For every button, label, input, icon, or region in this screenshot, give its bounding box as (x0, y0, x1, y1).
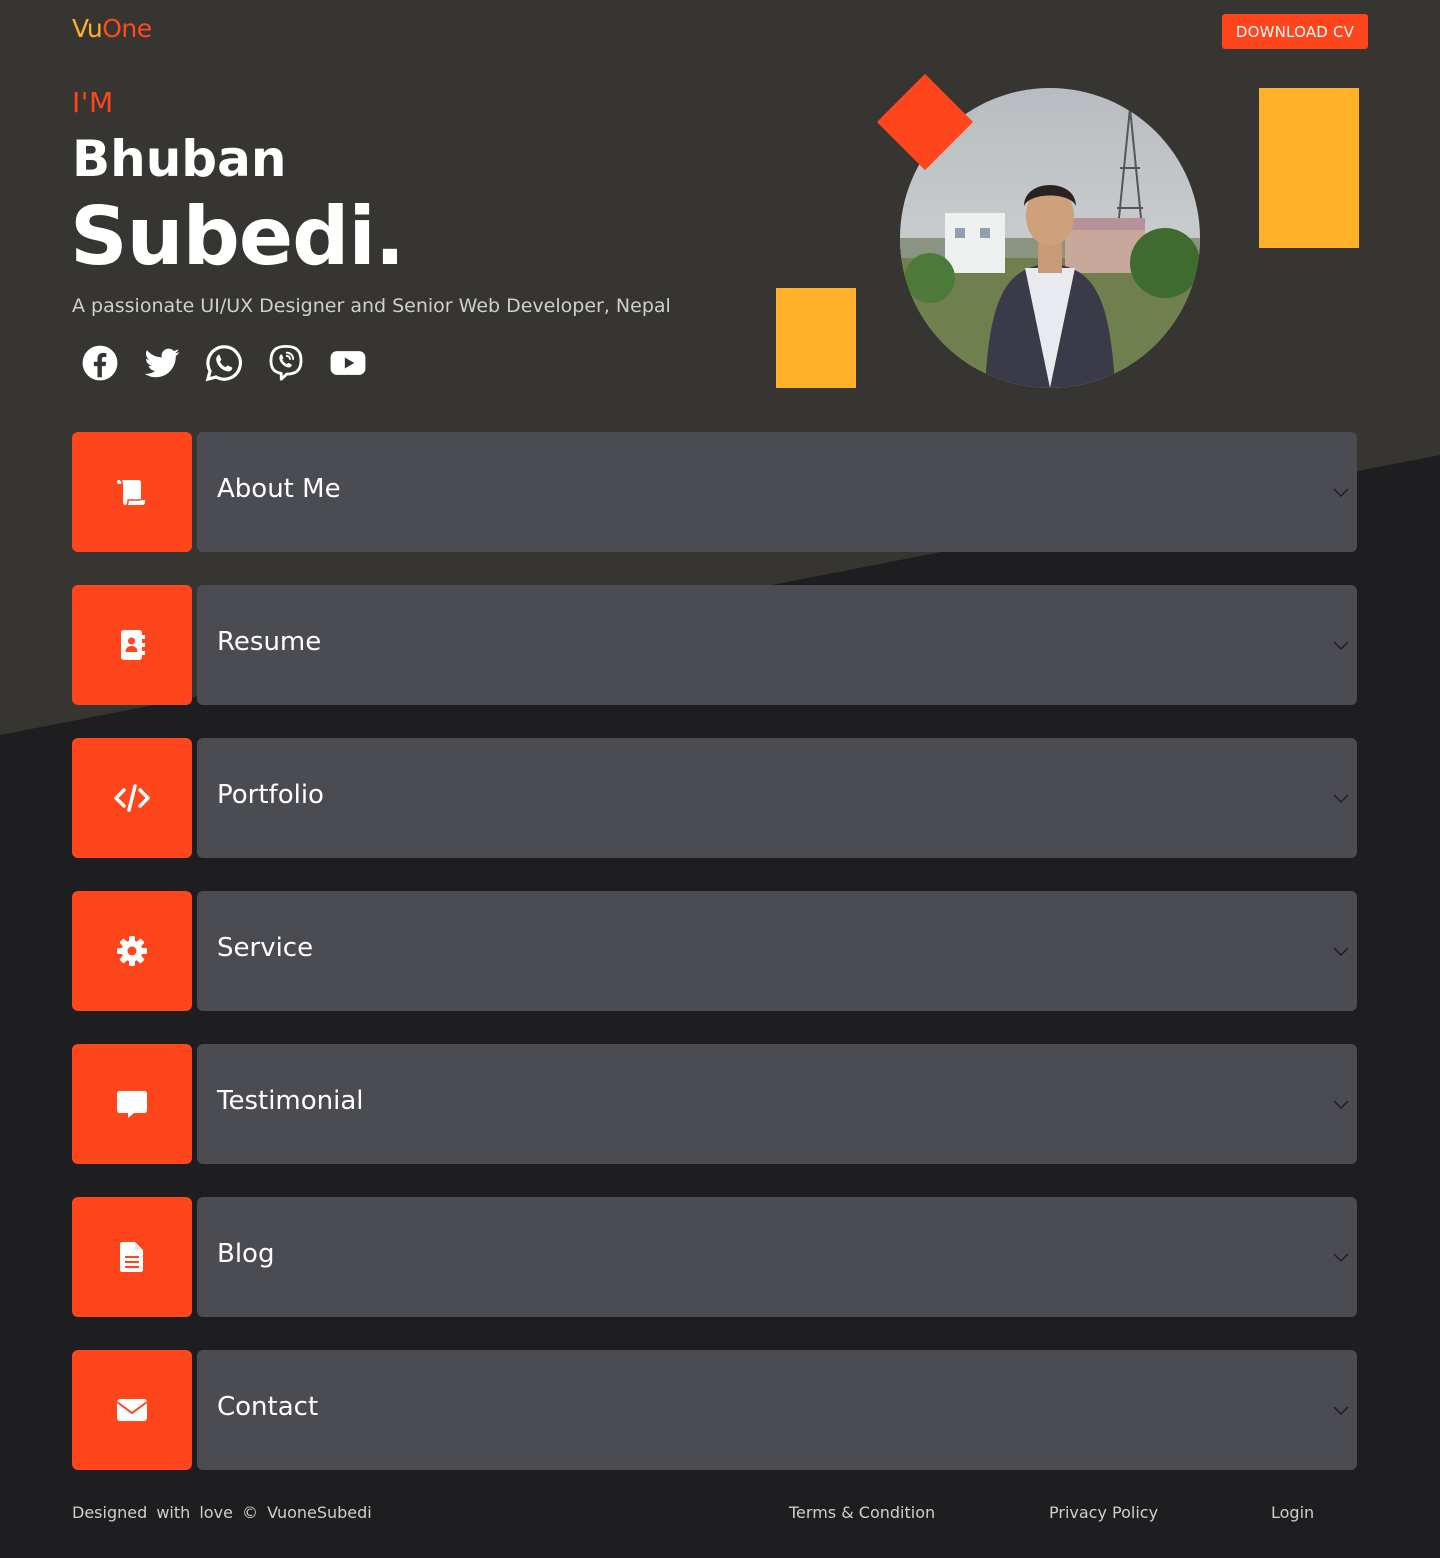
section-icon-tile (72, 1197, 192, 1317)
section-bar[interactable]: Testimonial (197, 1044, 1357, 1164)
chevron-down-icon[interactable] (1331, 788, 1351, 808)
section-bar[interactable]: About Me (197, 432, 1357, 552)
address-book-icon (121, 630, 145, 660)
decorative-yellow-rect-left (776, 288, 856, 388)
youtube-link[interactable] (328, 343, 368, 383)
logo-part-one: One (102, 14, 152, 43)
scroll-icon (117, 479, 145, 506)
chevron-down-icon[interactable] (1331, 1094, 1351, 1114)
hero-tagline: A passionate UI/UX Designer and Senior W… (72, 295, 671, 317)
chevron-down-icon[interactable] (1331, 1400, 1351, 1420)
decorative-yellow-rect-right (1259, 88, 1359, 248)
facebook-link[interactable] (80, 343, 120, 383)
code-icon (114, 784, 150, 812)
gear-icon (117, 936, 147, 966)
section-icon-tile (72, 891, 192, 1011)
section-title: Portfolio (217, 780, 324, 810)
section-service[interactable]: Service (72, 891, 1357, 1011)
section-about-me[interactable]: About Me (72, 432, 1357, 552)
chevron-down-icon[interactable] (1331, 941, 1351, 961)
section-contact[interactable]: Contact (72, 1350, 1357, 1470)
section-bar[interactable]: Service (197, 891, 1357, 1011)
comment-icon (117, 1091, 147, 1118)
chevron-down-icon[interactable] (1331, 1247, 1351, 1267)
logo[interactable]: VuOne (72, 14, 152, 43)
section-title: Resume (217, 627, 322, 657)
section-portfolio[interactable]: Portfolio (72, 738, 1357, 858)
chevron-down-icon[interactable] (1331, 635, 1351, 655)
section-icon-tile (72, 1350, 192, 1470)
hero-intro: I'M (72, 86, 114, 119)
section-bar[interactable]: Resume (197, 585, 1357, 705)
section-icon-tile (72, 1044, 192, 1164)
section-title: Contact (217, 1392, 319, 1422)
section-icon-tile (72, 432, 192, 552)
twitter-icon (144, 348, 180, 378)
twitter-link[interactable] (142, 343, 182, 383)
viber-link[interactable] (266, 343, 306, 383)
facebook-icon (82, 345, 118, 381)
section-title: Service (217, 933, 314, 963)
section-title: Blog (217, 1239, 275, 1269)
hero-first-name: Bhuban (72, 130, 287, 188)
section-icon-tile (72, 738, 192, 858)
social-links (80, 343, 368, 383)
footer-link-privacy[interactable]: Privacy Policy (1049, 1503, 1158, 1522)
header: VuOne DOWNLOAD CV (0, 0, 1440, 62)
footer-credit: Designed with love © VuoneSubedi (72, 1503, 372, 1522)
whatsapp-link[interactable] (204, 343, 244, 383)
hero-last-name: Subedi. (70, 190, 405, 283)
viber-icon (269, 344, 303, 381)
section-title: About Me (217, 474, 341, 504)
section-bar[interactable]: Blog (197, 1197, 1357, 1317)
section-blog[interactable]: Blog (72, 1197, 1357, 1317)
youtube-icon (330, 351, 366, 375)
footer-link-terms[interactable]: Terms & Condition (789, 1503, 935, 1522)
logo-part-vu: Vu (72, 14, 103, 43)
download-cv-button[interactable]: DOWNLOAD CV (1222, 14, 1368, 49)
envelope-icon (116, 1399, 148, 1421)
whatsapp-icon (205, 345, 242, 382)
chevron-down-icon[interactable] (1331, 482, 1351, 502)
section-resume[interactable]: Resume (72, 585, 1357, 705)
section-title: Testimonial (217, 1086, 364, 1116)
section-bar[interactable]: Contact (197, 1350, 1357, 1470)
footer-link-login[interactable]: Login (1271, 1503, 1314, 1522)
section-testimonial[interactable]: Testimonial (72, 1044, 1357, 1164)
section-bar[interactable]: Portfolio (197, 738, 1357, 858)
document-icon (120, 1242, 143, 1272)
section-icon-tile (72, 585, 192, 705)
